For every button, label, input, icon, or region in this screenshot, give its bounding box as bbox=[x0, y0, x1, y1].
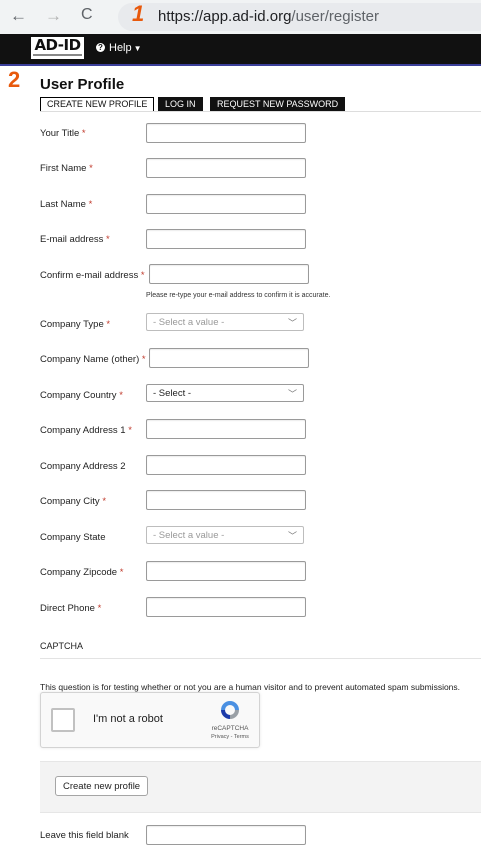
forward-arrow-icon[interactable]: → bbox=[45, 4, 62, 28]
last-name-input[interactable] bbox=[146, 194, 306, 214]
form-actions: Create new profile bbox=[40, 761, 481, 813]
reload-icon[interactable]: C bbox=[81, 3, 93, 27]
tab-request-new-password[interactable]: REQUEST NEW PASSWORD bbox=[210, 97, 346, 112]
url-path: /user/register bbox=[291, 8, 379, 25]
captcha-divider bbox=[40, 658, 481, 659]
tab-log-in[interactable]: LOG IN bbox=[158, 97, 203, 112]
label-company-address-2: Company Address 2 bbox=[40, 461, 126, 472]
chevron-down-icon: ﹀ bbox=[287, 389, 297, 399]
confirm-email-input[interactable] bbox=[149, 264, 309, 284]
label-company-country: Company Country * bbox=[40, 390, 123, 401]
label-company-address-1: Company Address 1 * bbox=[40, 425, 132, 436]
help-label: Help bbox=[109, 42, 132, 54]
first-name-input[interactable] bbox=[146, 158, 306, 178]
label-company-name-other: Company Name (other) * bbox=[40, 354, 146, 365]
recaptcha-widget: I'm not a robot reCAPTCHA Privacy - Term… bbox=[40, 692, 260, 748]
company-state-select[interactable]: - Select a value - ﹀ bbox=[146, 526, 304, 544]
chevron-down-icon: ﹀ bbox=[287, 531, 297, 541]
caret-down-icon: ▼ bbox=[133, 44, 142, 53]
label-email: E-mail address * bbox=[40, 234, 110, 245]
label-last-name: Last Name * bbox=[40, 199, 93, 210]
label-confirm-email: Confirm e-mail address * bbox=[40, 270, 145, 281]
chevron-down-icon: ﹀ bbox=[287, 318, 297, 328]
captcha-heading: CAPTCHA bbox=[40, 641, 84, 651]
site-header: AD-ID ? Help ▼ bbox=[0, 34, 481, 66]
label-your-title: Your Title * bbox=[40, 128, 86, 139]
page-title: User Profile bbox=[40, 76, 125, 93]
company-city-input[interactable] bbox=[146, 490, 306, 510]
logo-text: AD-ID bbox=[34, 36, 81, 54]
recaptcha-logo-icon bbox=[221, 701, 239, 719]
honeypot-input[interactable] bbox=[146, 825, 306, 845]
company-name-other-input[interactable] bbox=[149, 348, 309, 368]
company-address-1-input[interactable] bbox=[146, 419, 306, 439]
url-host: https://app.ad-id.org bbox=[158, 8, 292, 25]
direct-phone-input[interactable] bbox=[146, 597, 306, 617]
create-new-profile-button[interactable]: Create new profile bbox=[55, 776, 149, 796]
company-country-select[interactable]: - Select - ﹀ bbox=[146, 384, 304, 402]
url-text[interactable]: https://app.ad-id.org/user/register bbox=[158, 8, 379, 25]
company-zipcode-input[interactable] bbox=[146, 561, 306, 581]
confirm-email-hint: Please re-type your e-mail address to co… bbox=[146, 292, 331, 299]
ad-id-logo[interactable]: AD-ID bbox=[31, 36, 84, 59]
tab-divider bbox=[40, 111, 481, 112]
help-menu[interactable]: ? Help ▼ bbox=[96, 42, 142, 54]
recaptcha-checkbox[interactable] bbox=[51, 708, 75, 732]
company-address-2-input[interactable] bbox=[146, 455, 306, 475]
annotation-marker-2: 2 bbox=[8, 67, 21, 92]
recaptcha-terms-link[interactable]: Privacy - Terms bbox=[201, 734, 259, 740]
back-arrow-icon[interactable]: ← bbox=[10, 4, 27, 28]
label-company-state: Company State bbox=[40, 532, 106, 543]
browser-toolbar: ← → C https://app.ad-id.org/user/registe… bbox=[0, 0, 481, 34]
label-company-type: Company Type * bbox=[40, 319, 111, 330]
label-honeypot: Leave this field blank bbox=[40, 830, 129, 841]
logo-underline bbox=[33, 54, 82, 56]
company-type-select[interactable]: - Select a value - ﹀ bbox=[146, 313, 304, 331]
annotation-marker-1: 1 bbox=[132, 1, 145, 26]
captcha-description: This question is for testing whether or … bbox=[40, 682, 461, 692]
your-title-input[interactable] bbox=[146, 123, 306, 143]
label-direct-phone: Direct Phone * bbox=[40, 603, 102, 614]
recaptcha-brand: reCAPTCHA bbox=[211, 725, 249, 732]
tab-create-new-profile[interactable]: CREATE NEW PROFILE bbox=[40, 97, 155, 111]
email-input[interactable] bbox=[146, 229, 306, 249]
label-company-zipcode: Company Zipcode * bbox=[40, 567, 124, 578]
recaptcha-label: I'm not a robot bbox=[93, 713, 163, 725]
label-company-city: Company City * bbox=[40, 496, 107, 507]
label-first-name: First Name * bbox=[40, 163, 93, 174]
question-circle-icon: ? bbox=[96, 43, 105, 52]
